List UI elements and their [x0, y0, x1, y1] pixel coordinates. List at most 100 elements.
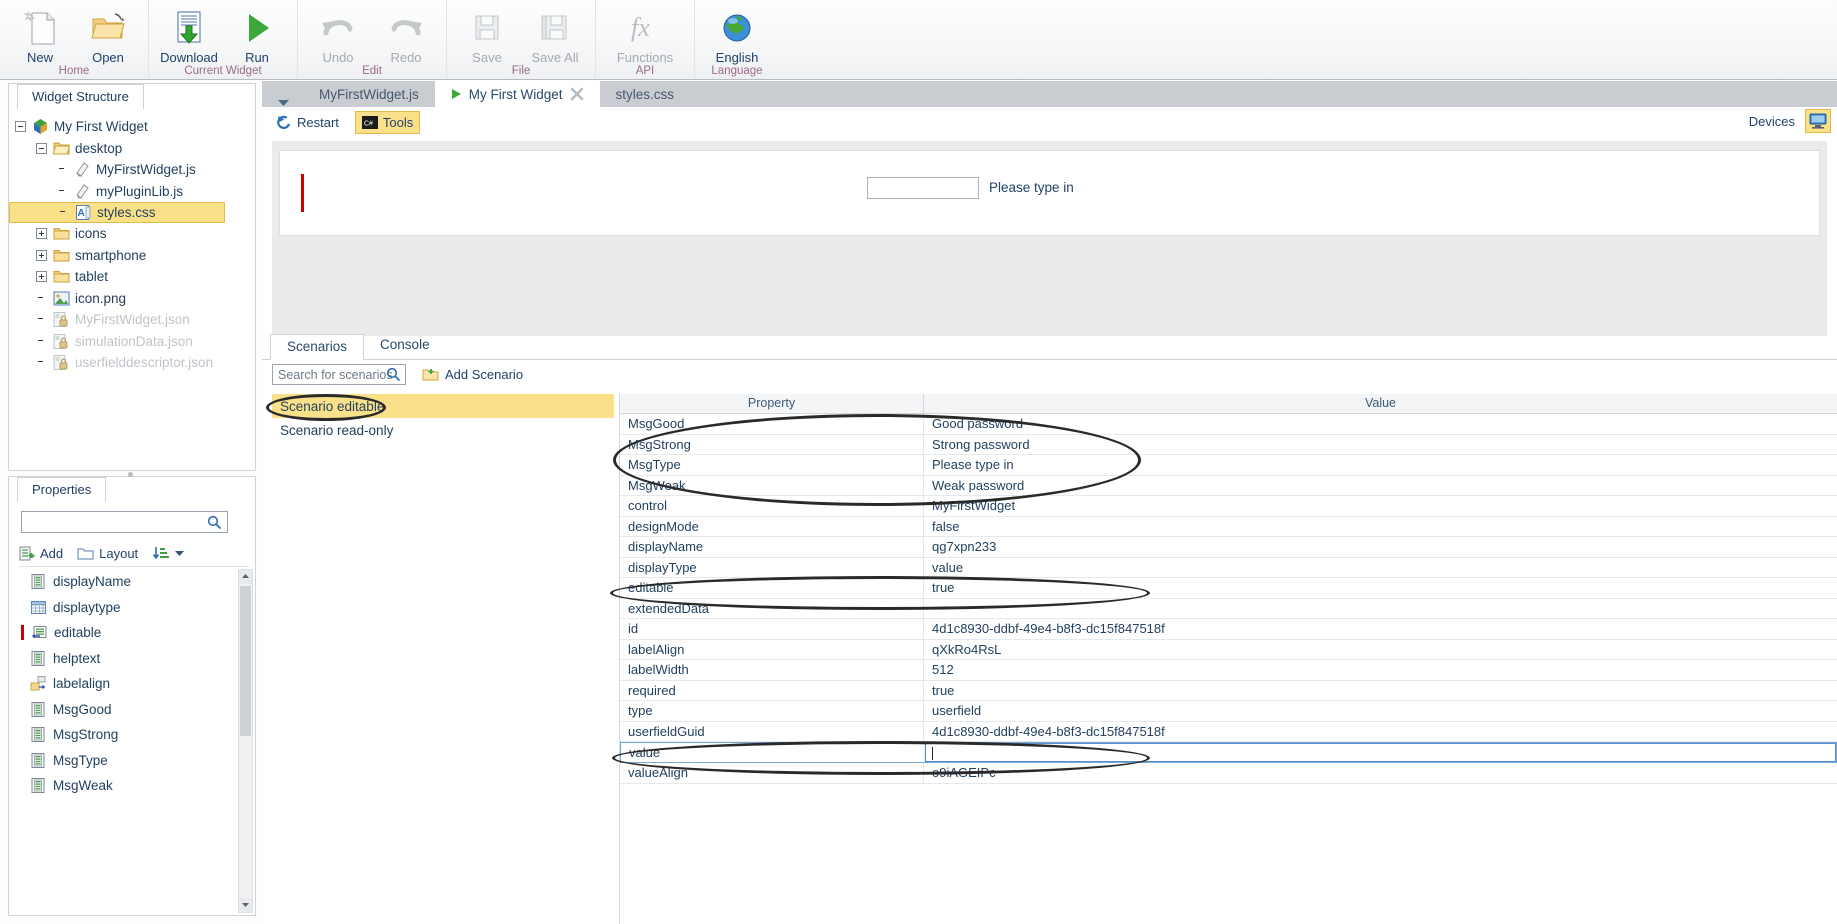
property-item-editable[interactable]: editable [17, 620, 237, 646]
property-grid-row[interactable]: valueAlign o9iAGEIPc [620, 763, 1837, 784]
tree-node-tablet[interactable]: tablet [9, 266, 255, 288]
scenario-item-scenario-editable[interactable]: Scenario editable [272, 394, 614, 418]
save-all-button[interactable]: Save All [521, 5, 589, 65]
properties-search-input[interactable] [21, 511, 228, 533]
undo-button[interactable]: Undo [304, 5, 372, 65]
scrollbar-thumb[interactable] [240, 586, 251, 736]
language-button[interactable]: English [701, 5, 773, 65]
open-button[interactable]: Open [74, 5, 142, 65]
run-button[interactable]: Run [223, 5, 291, 65]
pane-splitter-handle[interactable] [128, 472, 133, 477]
functions-button[interactable]: fx Functions [602, 5, 688, 65]
property-value-cell[interactable]: Strong password [924, 435, 1837, 455]
property-value-cell[interactable]: false [924, 517, 1837, 537]
property-grid-row[interactable]: type userfield [620, 701, 1837, 722]
scroll-down-arrow-icon[interactable] [239, 898, 252, 912]
property-item-displayname[interactable]: displayName [17, 569, 237, 595]
tree-node-userfielddescriptor-json[interactable]: userfielddescriptor.json [9, 352, 255, 374]
property-item-msgstrong[interactable]: MsgStrong [17, 722, 237, 748]
property-grid-body[interactable]: MsgGood Good password MsgStrong Strong pass… [620, 414, 1837, 784]
new-button[interactable]: New [6, 5, 74, 65]
property-grid-row[interactable]: MsgStrong Strong password [620, 434, 1837, 455]
property-grid-row[interactable]: designMode false [620, 516, 1837, 537]
tree-node-simulationdata-json[interactable]: simulationData.json [9, 331, 255, 353]
redo-button[interactable]: Redo [372, 5, 440, 65]
tree-expander-minus-icon[interactable] [15, 121, 26, 133]
property-item-displaytype[interactable]: displaytype [17, 595, 237, 621]
tree-node-desktop[interactable]: desktop [9, 138, 255, 160]
document-tab-styles-css[interactable]: styles.css [600, 81, 691, 107]
property-grid-row[interactable]: value [620, 742, 1837, 763]
tree-node-myfirstwidget-json[interactable]: MyFirstWidget.json [9, 309, 255, 331]
tree-node-icon-png[interactable]: icon.png [9, 288, 255, 310]
property-grid-row[interactable]: control MyFirstWidget [620, 496, 1837, 517]
scenario-search-input[interactable]: Search for scenarios [272, 363, 406, 385]
properties-list[interactable]: displayName displaytype editable helptext la… [17, 569, 237, 915]
scroll-up-arrow-icon[interactable] [239, 570, 252, 584]
property-grid-row[interactable]: labelWidth 512 [620, 660, 1837, 681]
property-grid-row[interactable]: labelAlign qXkRo4RsL [620, 639, 1837, 660]
widget-structure-tree[interactable]: My First Widget desktop MyFirstWidget.js my… [9, 110, 255, 470]
tree-expander-minus-icon[interactable] [36, 142, 47, 154]
tab-properties[interactable]: Properties [17, 477, 107, 502]
property-value-cell[interactable]: MyFirstWidget [924, 496, 1837, 516]
property-value-cell[interactable]: 4d1c8930-ddbf-49e4-b8f3-dc15f847518f [924, 619, 1837, 639]
save-button[interactable]: Save [453, 5, 521, 65]
document-tab-myfirstwidget-js[interactable]: MyFirstWidget.js [303, 81, 435, 107]
property-value-cell[interactable]: qXkRo4RsL [924, 640, 1837, 660]
layout-button[interactable]: Layout [77, 546, 138, 561]
property-value-cell[interactable]: Good password [924, 414, 1837, 434]
tab-scenarios[interactable]: Scenarios [270, 334, 365, 360]
property-value-cell[interactable]: true [924, 681, 1837, 701]
property-value-cell[interactable] [924, 599, 1837, 619]
desktop-monitor-icon[interactable] [1805, 109, 1831, 133]
tree-expander-plus-icon[interactable] [36, 228, 47, 240]
property-value-cell[interactable]: qg7xpn233 [924, 537, 1837, 557]
property-grid-row[interactable]: editable true [620, 578, 1837, 599]
close-icon[interactable] [570, 87, 584, 101]
property-grid-row[interactable]: id 4d1c8930-ddbf-49e4-b8f3-dc15f847518f [620, 619, 1837, 640]
property-value-cell[interactable]: value [924, 558, 1837, 578]
tree-node-icons[interactable]: icons [9, 223, 255, 245]
property-item-helptext[interactable]: helptext [17, 646, 237, 672]
property-grid-row[interactable]: MsgGood Good password [620, 414, 1837, 435]
tab-list-dropdown-button[interactable] [262, 99, 303, 107]
document-tab-my-first-widget[interactable]: My First Widget [434, 81, 600, 107]
property-grid-row[interactable]: userfieldGuid 4d1c8930-ddbf-49e4-b8f3-dc1… [620, 721, 1837, 742]
tree-node-mypluginlib-js[interactable]: myPluginLib.js [9, 181, 255, 203]
tree-node-my-first-widget[interactable]: My First Widget [9, 116, 255, 138]
property-value-cell[interactable]: Weak password [924, 476, 1837, 496]
property-item-labelalign[interactable]: labelalign [17, 671, 237, 697]
tree-node-myfirstwidget-js[interactable]: MyFirstWidget.js [9, 159, 255, 181]
property-item-msgtype[interactable]: MsgType [17, 748, 237, 774]
property-grid-row[interactable]: required true [620, 680, 1837, 701]
property-grid-row[interactable]: MsgWeak Weak password [620, 475, 1837, 496]
property-value-cell[interactable]: Please type in [924, 455, 1837, 475]
sort-dropdown-caret[interactable] [175, 550, 185, 557]
scenario-item-scenario-read-only[interactable]: Scenario read-only [272, 418, 614, 442]
add-property-button[interactable]: Add [19, 546, 63, 562]
property-value-cell[interactable]: true [924, 578, 1837, 598]
tree-node-styles-css[interactable]: Astyles.css [9, 202, 225, 223]
property-value-editor[interactable] [925, 743, 1836, 762]
property-grid-row[interactable]: extendedData [620, 598, 1837, 619]
tools-button[interactable]: C# Tools [354, 110, 421, 134]
download-button[interactable]: Download [155, 5, 223, 65]
password-input[interactable] [867, 177, 979, 199]
property-grid-row[interactable]: displayName qg7xpn233 [620, 537, 1837, 558]
property-value-cell[interactable]: 4d1c8930-ddbf-49e4-b8f3-dc15f847518f [924, 722, 1837, 742]
sort-button[interactable] [152, 546, 185, 561]
tree-expander-plus-icon[interactable] [36, 249, 47, 261]
tree-node-smartphone[interactable]: smartphone [9, 245, 255, 267]
add-scenario-button[interactable]: Add Scenario [422, 367, 523, 382]
properties-scrollbar[interactable] [238, 569, 253, 913]
scenario-list[interactable]: Scenario editable Scenario read-only [272, 394, 614, 924]
property-grid-row[interactable]: MsgType Please type in [620, 455, 1837, 476]
property-value-cell[interactable]: o9iAGEIPc [924, 763, 1837, 783]
tab-console[interactable]: Console [364, 333, 446, 359]
tab-widget-structure[interactable]: Widget Structure [17, 84, 144, 109]
restart-button[interactable]: Restart [270, 112, 345, 133]
property-item-msggood[interactable]: MsgGood [17, 697, 237, 723]
property-grid-row[interactable]: displayType value [620, 557, 1837, 578]
property-value-cell[interactable]: userfield [924, 701, 1837, 721]
